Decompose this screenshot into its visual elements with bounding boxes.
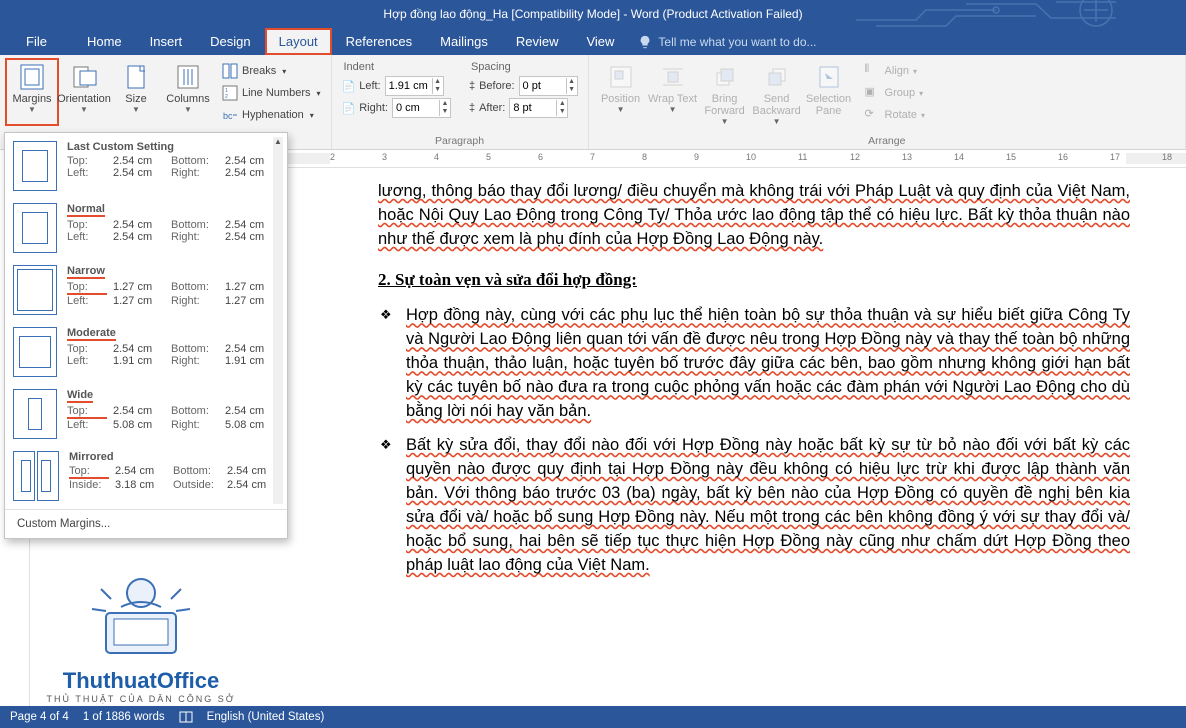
status-words[interactable]: 1 of 1886 words	[83, 711, 165, 723]
watermark: ThuthuatOffice THỦ THUẬT CỦA DÂN CÔNG SỞ	[14, 563, 268, 704]
status-proofing[interactable]	[179, 710, 193, 724]
custom-margins[interactable]: Custom Margins...	[5, 512, 287, 536]
columns-button[interactable]: Columns ▼	[162, 59, 214, 125]
svg-text:bc: bc	[223, 111, 233, 121]
tab-design[interactable]: Design	[196, 28, 264, 55]
tab-mailings[interactable]: Mailings	[426, 28, 502, 55]
group-paragraph: Indent 📄Left: ▲▼ 📄Right: ▲▼ Spacing ‡Bef…	[332, 55, 589, 149]
doc-list-item-1: Hợp đồng này, cùng với các phụ lục thể h…	[406, 306, 1130, 420]
tab-file[interactable]: File	[0, 28, 73, 55]
orientation-icon	[70, 63, 98, 91]
doc-list-item-2: Bất kỳ sửa đổi, thay đổi nào đối với Hợp…	[406, 436, 1130, 574]
margins-normal[interactable]: Normal Top:2.54 cmBottom:2.54 cm Left:2.…	[5, 197, 287, 259]
line-numbers-icon: 12	[222, 85, 238, 101]
tab-layout[interactable]: Layout	[265, 28, 332, 55]
tab-view[interactable]: View	[572, 28, 628, 55]
group-arrange: Position▼ Wrap Text▼ Bring Forward▼ Send…	[589, 55, 1186, 149]
tab-home[interactable]: Home	[73, 28, 136, 55]
orientation-button[interactable]: Orientation ▼	[58, 59, 110, 125]
align-button: ⫴Align▾	[861, 61, 929, 81]
group-button: ▣Group▾	[861, 83, 929, 103]
size-icon	[122, 63, 150, 91]
margins-moderate[interactable]: Moderate Top:2.54 cmBottom:2.54 cm Left:…	[5, 321, 287, 383]
status-page[interactable]: Page 4 of 4	[10, 711, 69, 723]
status-bar: Page 4 of 4 1 of 1886 words English (Uni…	[0, 706, 1186, 728]
size-button[interactable]: Size ▼	[110, 59, 162, 125]
spacing-after-spinner[interactable]: ▲▼	[509, 98, 568, 118]
tab-review[interactable]: Review	[502, 28, 573, 55]
indent-left-spinner[interactable]: ▲▼	[385, 76, 444, 96]
indent-right-spinner[interactable]: ▲▼	[392, 98, 451, 118]
document-page[interactable]: lương, thông báo thay đổi lương/ điều ch…	[330, 168, 1182, 724]
margins-button[interactable]: Margins ▼	[6, 59, 58, 125]
margins-thumb-icon	[13, 141, 57, 191]
ribbon-tabs: File Home Insert Design Layout Reference…	[0, 28, 1186, 55]
lightbulb-icon	[638, 35, 652, 49]
send-backward-icon	[763, 63, 791, 91]
wrap-text-button: Wrap Text▼	[647, 59, 699, 126]
spacing-before-spinner[interactable]: ▲▼	[519, 76, 578, 96]
line-numbers-button[interactable]: 12Line Numbers▾	[218, 83, 325, 103]
spacing-after-icon: ‡	[469, 102, 475, 114]
spacing-before-icon: ‡	[469, 80, 475, 92]
columns-icon	[174, 63, 202, 91]
svg-text:2: 2	[225, 94, 228, 100]
doc-paragraph-1: lương, thông báo thay đổi lương/ điều ch…	[378, 182, 1130, 248]
selection-pane-icon	[815, 63, 843, 91]
margins-mirrored[interactable]: Mirrored Top:2.54 cmBottom:2.54 cm Insid…	[5, 445, 287, 507]
tab-insert[interactable]: Insert	[136, 28, 197, 55]
margins-wide[interactable]: Wide Top:2.54 cmBottom:2.54 cm Left:5.08…	[5, 383, 287, 445]
tell-me[interactable]: Tell me what you want to do...	[628, 28, 816, 55]
margins-icon	[18, 63, 46, 91]
position-button: Position▼	[595, 59, 647, 126]
rotate-button: ⟳Rotate▾	[861, 105, 929, 125]
doc-heading: 2. Sự toàn vẹn và sửa đổi hợp đồng:	[378, 268, 1130, 293]
send-backward-button: Send Backward▼	[751, 59, 803, 126]
bring-forward-button: Bring Forward▼	[699, 59, 751, 126]
arrange-label: Arrange	[589, 135, 1185, 149]
wrap-icon	[659, 63, 687, 91]
breaks-icon	[222, 63, 238, 79]
paragraph-label: Paragraph	[332, 135, 588, 149]
dropdown-scrollbar[interactable]: ▲	[273, 137, 283, 504]
margins-dropdown: ▲ Last Custom Setting Top:2.54 cmBottom:…	[4, 132, 288, 539]
breaks-button[interactable]: Breaks▾	[218, 61, 325, 81]
group-icon: ▣	[865, 85, 881, 101]
titlebar-decoration	[856, 0, 1186, 28]
watermark-illustration-icon	[76, 563, 206, 663]
window-title: Hợp đồng lao động_Ha [Compatibility Mode…	[383, 7, 802, 21]
hyphenation-button[interactable]: bcHyphenation▾	[218, 105, 325, 125]
hyphenation-icon: bc	[222, 107, 238, 123]
align-icon: ⫴	[865, 63, 881, 79]
position-icon	[607, 63, 635, 91]
margins-last-custom[interactable]: Last Custom Setting Top:2.54 cmBottom:2.…	[5, 135, 287, 197]
title-bar: Hợp đồng lao động_Ha [Compatibility Mode…	[0, 0, 1186, 28]
tab-references[interactable]: References	[332, 28, 426, 55]
book-icon	[179, 710, 193, 724]
rotate-icon: ⟳	[865, 107, 881, 123]
bring-forward-icon	[711, 63, 739, 91]
indent-left-icon: 📄	[342, 80, 356, 93]
chevron-down-icon: ▼	[28, 105, 36, 114]
margins-narrow[interactable]: Narrow Top:1.27 cmBottom:1.27 cm Left:1.…	[5, 259, 287, 321]
selection-pane-button[interactable]: Selection Pane	[803, 59, 855, 126]
status-language[interactable]: English (United States)	[207, 711, 325, 723]
indent-right-icon: 📄	[342, 102, 356, 115]
